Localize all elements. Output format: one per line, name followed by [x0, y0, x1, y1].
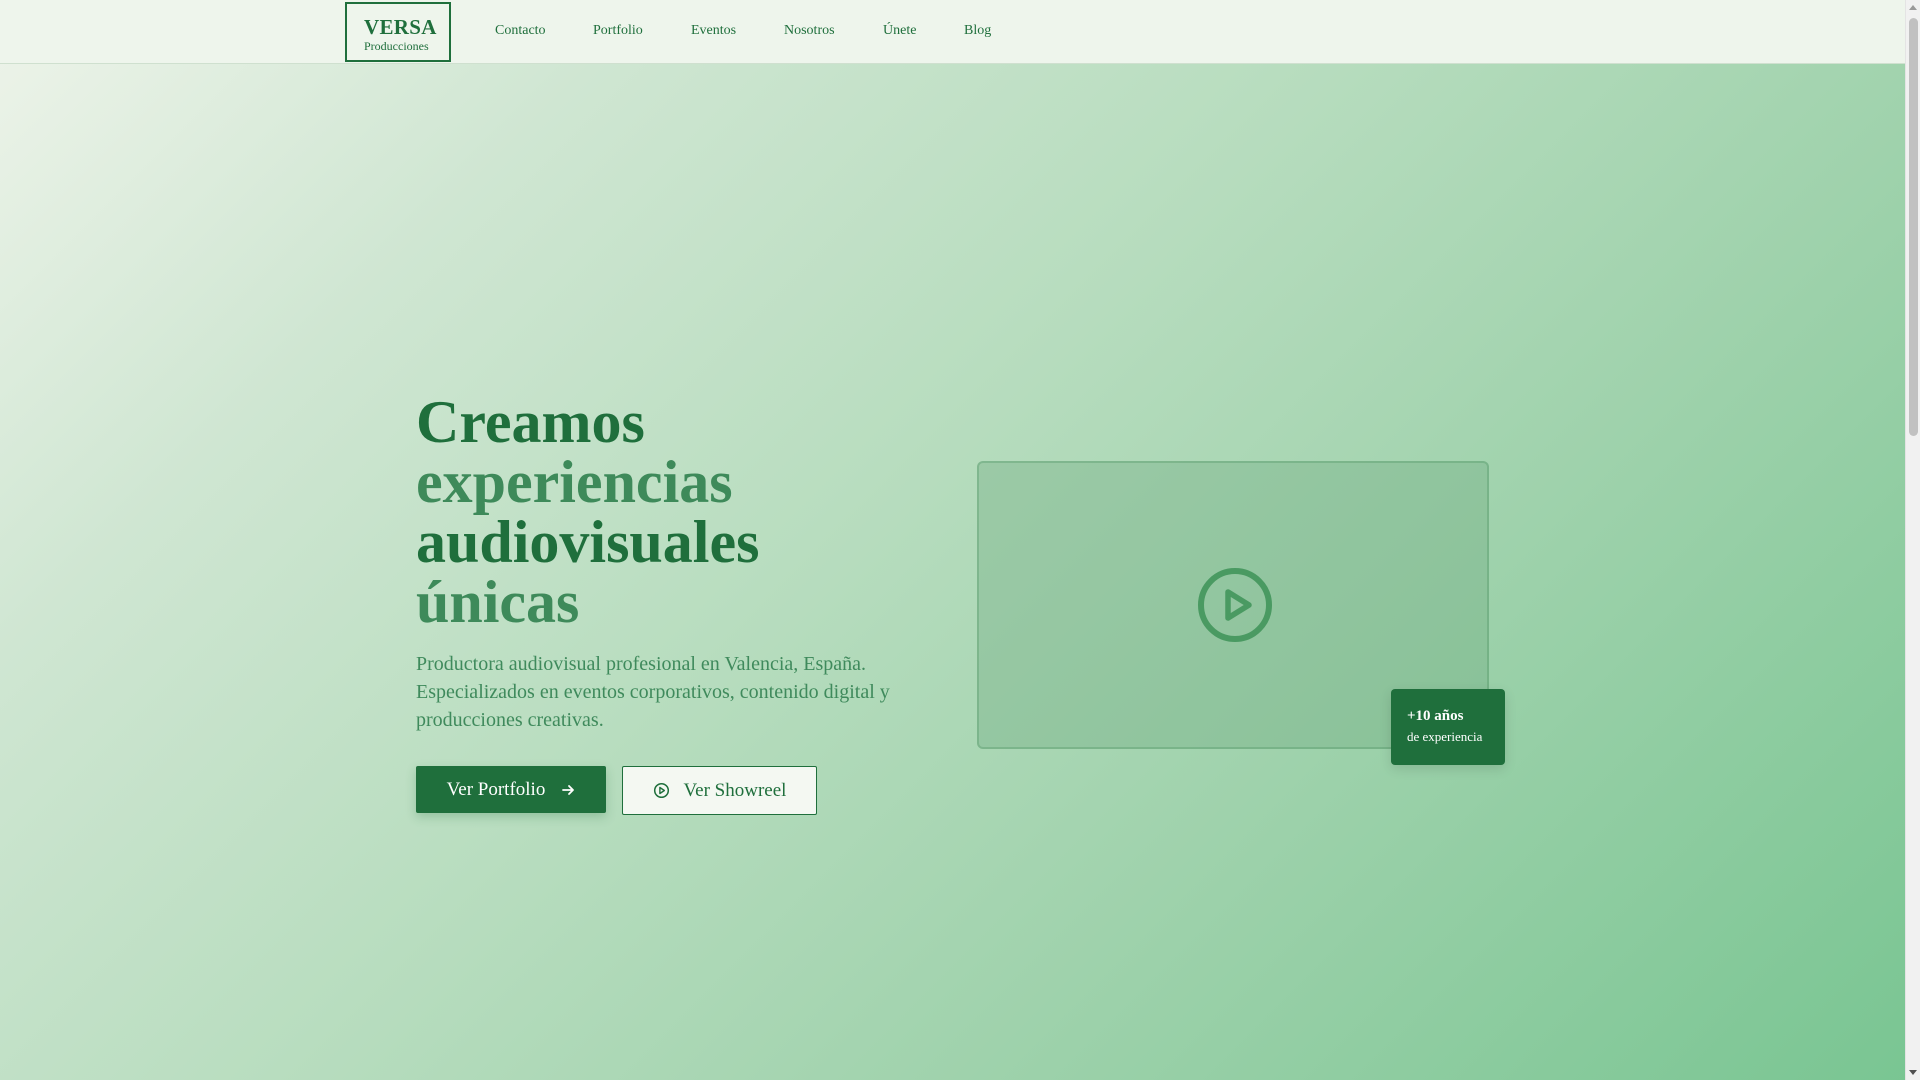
- hero-title-line-4: únicas: [416, 569, 580, 635]
- site-header: VERSA Producciones Contacto Portfolio Ev…: [0, 0, 1905, 64]
- experience-badge: +10 años de experiencia: [1391, 689, 1505, 765]
- logo-title: VERSA: [364, 15, 437, 39]
- nav-portfolio[interactable]: Portfolio: [593, 22, 643, 40]
- ver-portfolio-button[interactable]: Ver Portfolio: [416, 766, 606, 813]
- page-scrollbar[interactable]: [1905, 0, 1920, 1080]
- nav-eventos[interactable]: Eventos: [691, 22, 736, 40]
- nav-blog[interactable]: Blog: [964, 22, 991, 40]
- scroll-down-arrow-icon[interactable]: [1909, 1070, 1917, 1075]
- ver-portfolio-label: Ver Portfolio: [446, 778, 546, 800]
- scroll-up-arrow-icon[interactable]: [1909, 5, 1917, 10]
- experience-years: +10 años: [1407, 708, 1464, 724]
- experience-label: de experiencia: [1407, 729, 1483, 744]
- nav-nosotros[interactable]: Nosotros: [784, 22, 835, 40]
- hero-title-line-1: Creamos: [416, 389, 645, 455]
- hero-description: Productora audiovisual profesional en Va…: [416, 653, 890, 731]
- hero-title-line-2: experiencias: [416, 449, 733, 515]
- play-circle-icon[interactable]: [1197, 567, 1273, 648]
- arrow-right-icon: [561, 783, 575, 797]
- hero-title-line-3: audiovisuales: [416, 509, 760, 575]
- hero-title: Creamos experiencias audiovisuales única…: [416, 392, 936, 632]
- play-circle-icon: [653, 782, 670, 799]
- logo[interactable]: VERSA Producciones: [345, 2, 451, 62]
- ver-showreel-label: Ver Showreel: [683, 779, 787, 801]
- nav-contacto[interactable]: Contacto: [495, 22, 546, 40]
- scrollbar-thumb[interactable]: [1909, 18, 1918, 436]
- ver-showreel-button[interactable]: Ver Showreel: [622, 766, 817, 815]
- nav-unete[interactable]: Únete: [883, 22, 916, 40]
- logo-subtitle: Producciones: [364, 39, 429, 53]
